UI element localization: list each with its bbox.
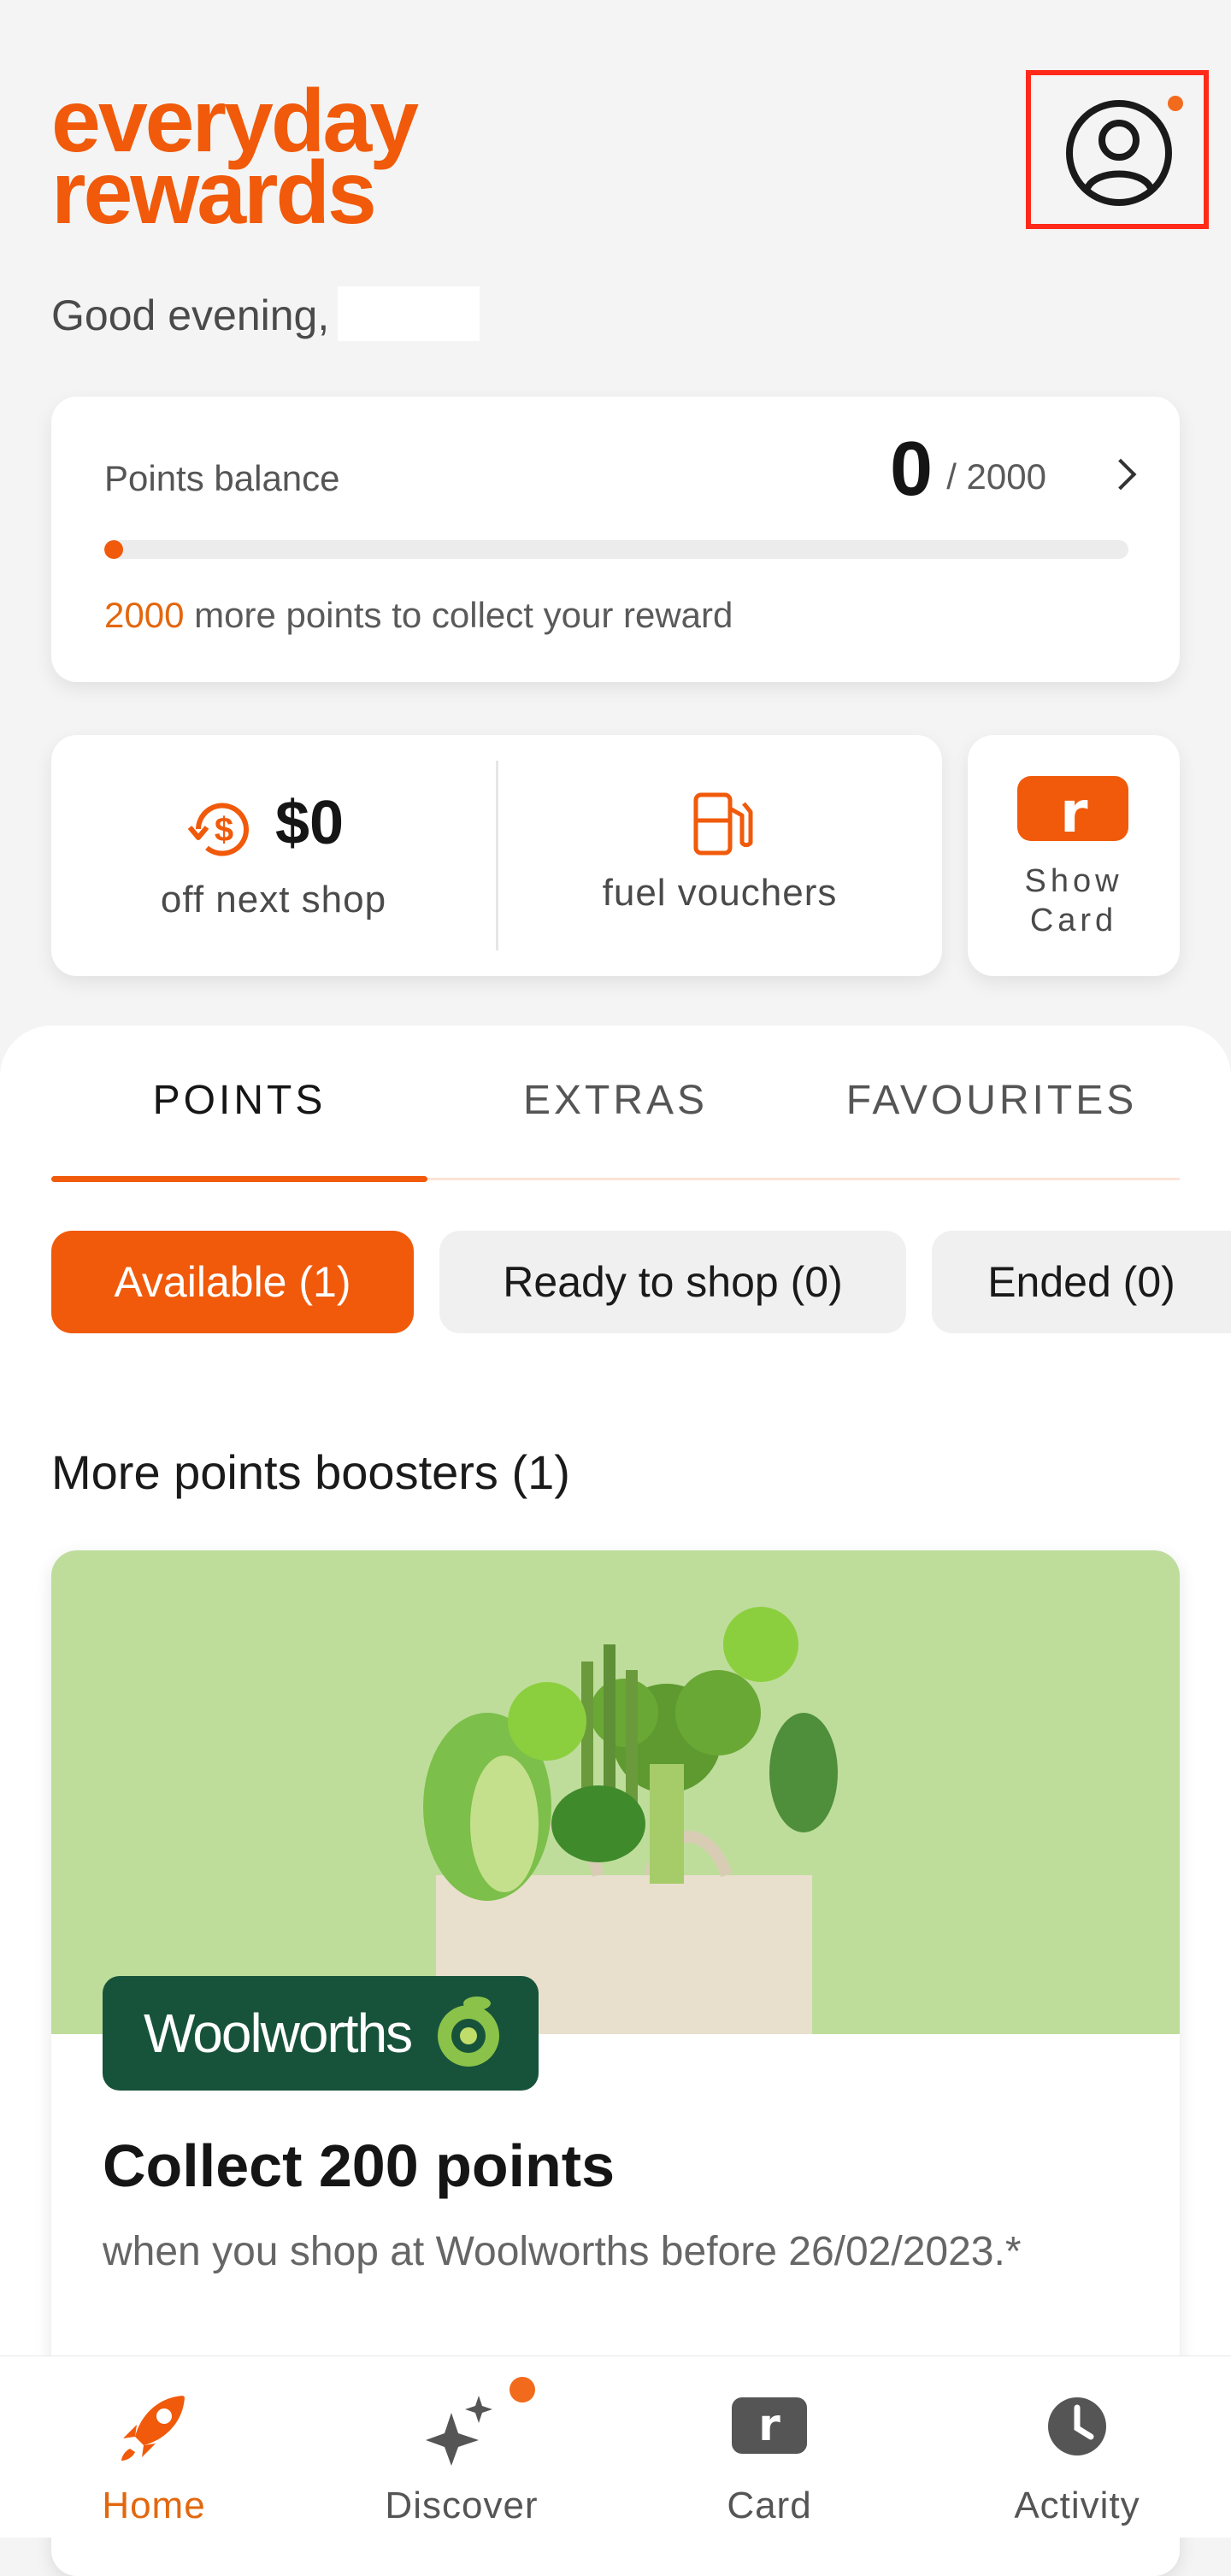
woolworths-logo-text: Woolworths <box>144 2003 413 2064</box>
notification-dot <box>1168 96 1183 111</box>
filter-available[interactable]: Available (1) <box>51 1231 414 1333</box>
show-card-label: Show Card <box>968 862 1180 940</box>
greeting: Good evening, <box>51 285 480 346</box>
profile-button[interactable] <box>1026 70 1209 229</box>
main-panel: POINTS EXTRAS FAVOURITES Available (1) R… <box>0 1026 1231 2576</box>
sparkles-icon <box>426 2396 492 2466</box>
woolworths-apple-icon <box>438 1997 499 2067</box>
fuel-pump-icon <box>693 792 753 856</box>
show-card-line-2: Card <box>1029 903 1118 938</box>
off-next-shop[interactable]: $ $0 off next shop <box>51 735 496 976</box>
points-remaining-value: 2000 <box>104 595 185 635</box>
points-balance-card[interactable]: Points balance 0 / 2000 2000 more points… <box>51 397 1180 682</box>
chevron-right-icon <box>1104 458 1137 491</box>
nav-card[interactable]: r Card <box>616 2356 923 2538</box>
nav-discover[interactable]: Discover <box>308 2356 616 2538</box>
greeting-text: Good evening, <box>51 291 330 339</box>
greeting-name-redacted <box>338 285 480 341</box>
points-remaining-note: 2000 more points to collect your reward <box>104 595 733 636</box>
booster-description: when you shop at Woolworths before 26/02… <box>103 2229 1022 2274</box>
clock-icon <box>1048 2397 1106 2455</box>
nav-home[interactable]: Home <box>0 2356 308 2538</box>
card-glyph: r <box>1060 779 1088 845</box>
points-progress-fill <box>104 540 123 559</box>
tab-extras[interactable]: EXTRAS <box>427 1077 804 1124</box>
woolworths-logo: Woolworths <box>103 1976 539 2091</box>
rewards-card-icon: r <box>1017 776 1128 845</box>
show-card-button[interactable]: r Show Card <box>968 735 1180 976</box>
groceries-illustration <box>423 1607 838 2046</box>
nav-home-label: Home <box>102 2485 206 2526</box>
nav-activity[interactable]: Activity <box>923 2356 1231 2538</box>
filter-ended[interactable]: Ended (0) <box>932 1231 1231 1333</box>
rocket-icon <box>121 2396 185 2461</box>
discover-badge <box>509 2377 535 2403</box>
dollar-cycle-icon: $ <box>187 803 249 856</box>
svg-text:r: r <box>758 2400 780 2451</box>
points-remaining-text: more points to collect your reward <box>194 595 733 635</box>
fuel-vouchers-label: fuel vouchers <box>602 872 838 914</box>
everyday-rewards-logo: everyday rewards <box>51 77 462 248</box>
nav-card-label: Card <box>727 2485 812 2526</box>
filter-ready-to-shop[interactable]: Ready to shop (0) <box>439 1231 906 1333</box>
tab-points[interactable]: POINTS <box>51 1077 427 1124</box>
off-next-shop-amount: $0 <box>275 789 345 857</box>
svg-text:$: $ <box>215 811 233 849</box>
points-progress-bar <box>104 540 1128 559</box>
nav-activity-label: Activity <box>1014 2485 1140 2526</box>
tab-active-indicator <box>51 1176 427 1182</box>
groceries-bag-image <box>51 1550 1180 2046</box>
points-target: / 2000 <box>946 456 1046 497</box>
bottom-navigation: Home Discover r Card Activity <box>0 2355 1231 2538</box>
tab-bar: POINTS EXTRAS FAVOURITES <box>51 1026 1180 1182</box>
show-card-line-1: Show <box>1024 863 1123 899</box>
card-icon: r <box>732 2397 807 2454</box>
divider <box>496 761 498 950</box>
points-balance-label: Points balance <box>104 458 340 498</box>
points-balance-value: 0 <box>889 426 933 512</box>
rewards-summary-card: $ $0 off next shop fuel vouchers <box>51 735 942 976</box>
booster-title: Collect 200 points <box>103 2132 616 2199</box>
nav-discover-label: Discover <box>385 2485 539 2526</box>
off-next-shop-label: off next shop <box>160 879 387 920</box>
section-title: More points boosters (1) <box>51 1445 570 1499</box>
user-circle-icon <box>1066 100 1172 206</box>
tab-favourites[interactable]: FAVOURITES <box>804 1077 1180 1124</box>
